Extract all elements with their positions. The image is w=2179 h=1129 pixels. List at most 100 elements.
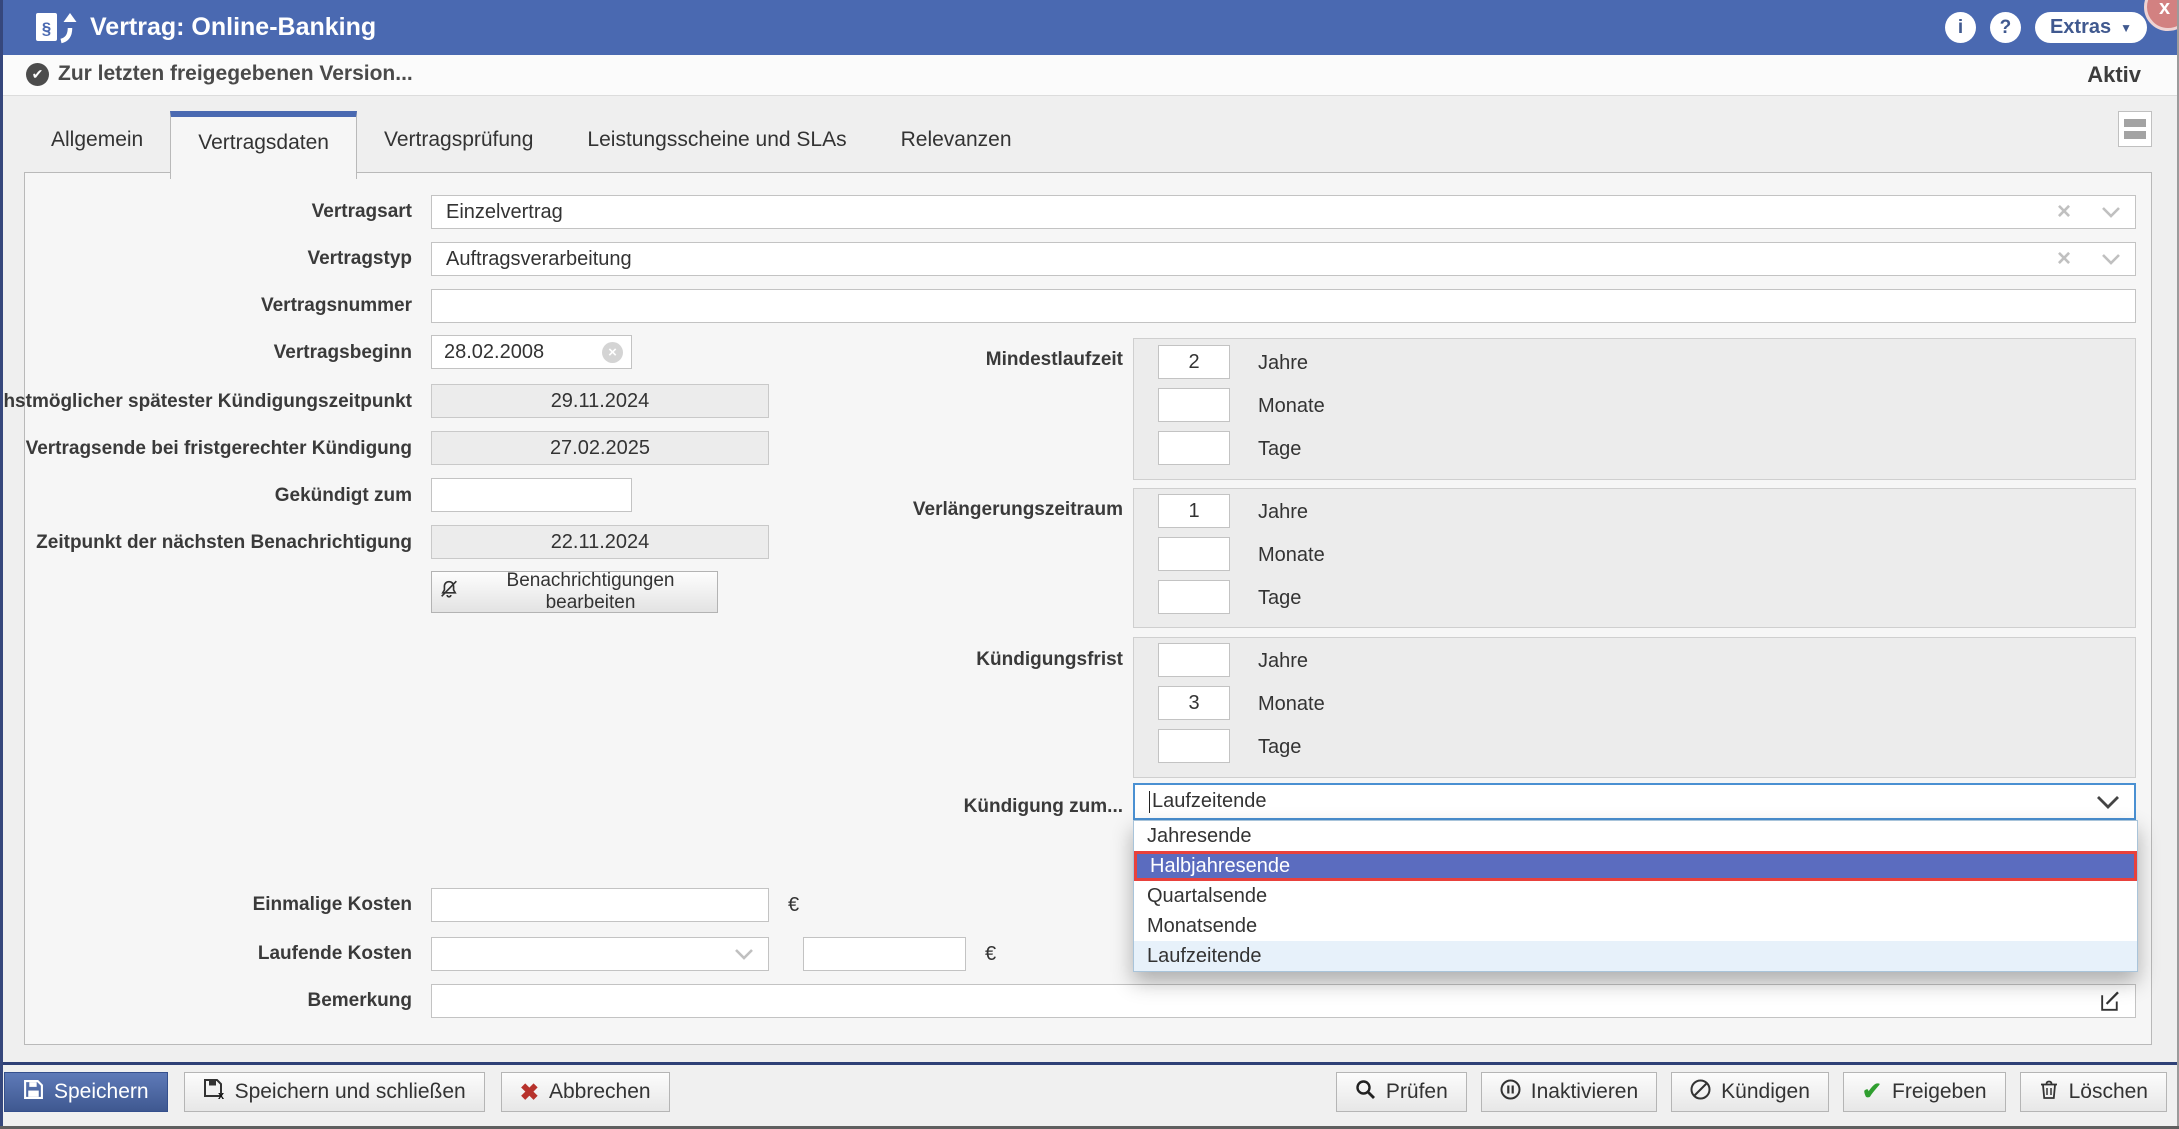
vertragsbeginn-label: Vertragsbeginn — [274, 342, 412, 364]
laufende-kosten-interval-select[interactable] — [431, 937, 769, 971]
terminate-button-label: Kündigen — [1721, 1080, 1810, 1104]
delete-button[interactable]: Löschen — [2020, 1072, 2167, 1112]
benachrichtigungen-bearbeiten-button[interactable]: Benachrichtigungen bearbeiten — [431, 571, 718, 613]
release-button[interactable]: ✔ Freigeben — [1843, 1072, 2006, 1112]
mindestlaufzeit-monate-input[interactable] — [1158, 388, 1230, 422]
vertragsart-select[interactable]: Einzelvertrag × — [431, 195, 2136, 229]
release-button-label: Freigeben — [1892, 1080, 1987, 1104]
tage-unit-label: Tage — [1258, 438, 1301, 461]
deactivate-button-label: Inaktivieren — [1531, 1080, 1638, 1104]
kuendigung-zum-combobox[interactable]: Laufzeitende — [1133, 783, 2136, 820]
vertragsnummer-input[interactable] — [431, 289, 2136, 323]
laufende-kosten-label: Laufende Kosten — [258, 943, 412, 965]
save-button-label: Speichern — [54, 1080, 149, 1104]
kuendigung-zum-label: Kündigung zum... — [964, 796, 1123, 818]
jahre-unit-label: Jahre — [1258, 650, 1308, 673]
chevron-down-icon[interactable] — [2096, 795, 2120, 809]
vertragsnummer-label: Vertragsnummer — [261, 295, 412, 317]
layout-toggle-button[interactable] — [2118, 111, 2152, 147]
option-quartalsende[interactable]: Quartalsende — [1134, 881, 2137, 911]
edit-note-icon[interactable] — [2098, 989, 2123, 1019]
chevron-down-icon — [2101, 253, 2121, 265]
verlaengerung-tage-input[interactable] — [1158, 580, 1230, 614]
check-circle-icon: ✔ — [26, 63, 49, 86]
mindestlaufzeit-label: Mindestlaufzeit — [986, 349, 1123, 371]
tage-unit-label: Tage — [1258, 736, 1301, 759]
trash-icon — [2039, 1079, 2059, 1106]
mindestlaufzeit-tage-input[interactable] — [1158, 431, 1230, 465]
clear-icon[interactable]: × — [2057, 198, 2071, 226]
gekuendigt-zum-input[interactable] — [431, 478, 632, 512]
save-button[interactable]: Speichern — [4, 1072, 168, 1112]
chevron-down-icon — [734, 948, 754, 960]
layout-bar-icon — [2124, 131, 2146, 139]
svg-text:x: x — [218, 1090, 225, 1100]
naechst-kuendigung-label: Nächstmöglicher spätester Kündigungszeit… — [0, 391, 412, 413]
tab-vertragsdaten[interactable]: Vertragsdaten — [170, 111, 357, 179]
verlaengerungszeitraum-label: Verlängerungszeitraum — [913, 499, 1123, 521]
bemerkung-input[interactable] — [431, 984, 2136, 1018]
help-icon[interactable]: ? — [1990, 12, 2021, 43]
jahre-unit-label: Jahre — [1258, 501, 1308, 524]
kuendigungsfrist-label: Kündigungsfrist — [976, 649, 1123, 671]
option-laufzeitende[interactable]: Laufzeitende — [1134, 941, 2137, 971]
check-button-label: Prüfen — [1386, 1080, 1448, 1104]
verlaengerung-jahre-input[interactable] — [1158, 494, 1230, 528]
monate-unit-label: Monate — [1258, 544, 1325, 567]
kuendigungsfrist-monate-input[interactable] — [1158, 686, 1230, 720]
deactivate-button[interactable]: Inaktivieren — [1481, 1072, 1657, 1112]
save-and-close-label: Speichern und schließen — [235, 1080, 466, 1104]
kuendigungsfrist-jahre-input[interactable] — [1158, 643, 1230, 677]
close-window-button[interactable]: x — [2144, 0, 2179, 31]
kuendigungsfrist-tage-input[interactable] — [1158, 729, 1230, 763]
chevron-down-icon — [2101, 206, 2121, 218]
tab-relevanzen[interactable]: Relevanzen — [874, 111, 1039, 172]
vertragstyp-value: Auftragsverarbeitung — [446, 248, 632, 271]
benachrichtigungen-button-label: Benachrichtigungen bearbeiten — [470, 570, 711, 614]
naechste-benachrichtigung-value: 22.11.2024 — [431, 525, 769, 559]
option-monatsende[interactable]: Monatsende — [1134, 911, 2137, 941]
cancel-button-label: Abbrechen — [549, 1080, 651, 1104]
vertragsende-label: Vertragsende bei fristgerechter Kündigun… — [26, 438, 412, 460]
kuendigung-zum-dropdown-list: Jahresende Halbjahresende Quartalsende M… — [1133, 820, 2138, 972]
tab-leistungsscheine[interactable]: Leistungsscheine und SLAs — [560, 111, 873, 172]
clear-date-icon[interactable]: × — [602, 342, 623, 363]
jahre-unit-label: Jahre — [1258, 352, 1308, 375]
version-link-label: Zur letzten freigegebenen Version... — [58, 62, 413, 86]
footer-left-actions: Speichern x Speichern und schließen ✖ Ab… — [4, 1072, 670, 1112]
option-halbjahresende[interactable]: Halbjahresende — [1134, 851, 2137, 881]
window-border-left — [0, 0, 3, 1129]
last-released-version-link[interactable]: ✔ Zur letzten freigegebenen Version... — [26, 62, 413, 86]
vertragsbeginn-field: × — [431, 335, 632, 369]
save-and-close-button[interactable]: x Speichern und schließen — [184, 1072, 485, 1112]
mindestlaufzeit-jahre-input[interactable] — [1158, 345, 1230, 379]
extras-label: Extras — [2050, 16, 2111, 39]
vertragsart-label: Vertragsart — [312, 201, 412, 223]
terminate-button[interactable]: Kündigen — [1671, 1072, 1829, 1112]
delete-button-label: Löschen — [2069, 1080, 2148, 1104]
extras-button[interactable]: Extras ▼ — [2035, 12, 2147, 43]
clear-icon[interactable]: × — [2057, 245, 2071, 273]
cancel-button[interactable]: ✖ Abbrechen — [501, 1072, 670, 1112]
vertragstyp-select[interactable]: Auftragsverarbeitung × — [431, 242, 2136, 276]
svg-text:§: § — [42, 19, 51, 38]
tab-vertragspruefung[interactable]: Vertragsprüfung — [357, 111, 560, 172]
monate-unit-label: Monate — [1258, 395, 1325, 418]
kuendigung-zum-value: Laufzeitende — [1152, 790, 1267, 813]
einmalige-kosten-input[interactable] — [431, 888, 769, 922]
tab-strip: Allgemein Vertragsdaten Vertragsprüfung … — [24, 111, 1039, 179]
tage-unit-label: Tage — [1258, 587, 1301, 610]
cancel-x-icon: ✖ — [520, 1081, 539, 1104]
bell-slash-icon — [438, 578, 460, 606]
check-button[interactable]: Prüfen — [1336, 1072, 1467, 1112]
save-icon — [23, 1079, 44, 1106]
euro-symbol: € — [985, 943, 996, 966]
laufende-kosten-input[interactable] — [803, 937, 966, 971]
text-cursor — [1149, 791, 1150, 813]
titlebar-actions: i ? Extras ▼ — [1945, 12, 2147, 43]
verlaengerung-monate-input[interactable] — [1158, 537, 1230, 571]
option-jahresende[interactable]: Jahresende — [1134, 821, 2137, 851]
info-icon[interactable]: i — [1945, 12, 1976, 43]
tab-allgemein[interactable]: Allgemein — [24, 111, 170, 172]
footer-right-actions: Prüfen Inaktivieren Kündigen ✔ Freigeben — [1336, 1072, 2167, 1112]
